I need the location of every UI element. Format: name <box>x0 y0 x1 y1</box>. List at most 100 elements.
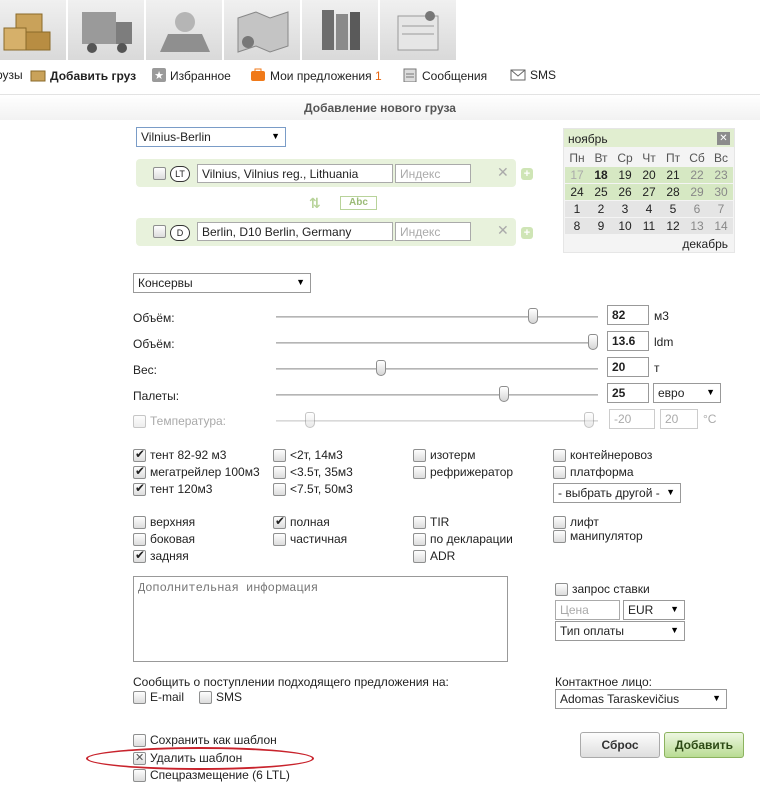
loading-checkbox[interactable] <box>553 530 566 543</box>
menu-item-favorites[interactable]: ★ Избранное <box>152 68 231 85</box>
calendar-day[interactable]: 13 <box>685 218 709 234</box>
from-address-input[interactable]: Vilnius, Vilnius reg., Lithuania <box>197 164 393 183</box>
calendar-day[interactable]: 25 <box>589 184 613 200</box>
add-button[interactable]: Добавить <box>664 732 744 758</box>
loading-checkbox[interactable] <box>133 516 146 529</box>
calendar-day[interactable]: 21 <box>661 167 685 183</box>
to-zip-input[interactable]: Индекс <box>395 222 471 241</box>
weight-slider-track[interactable] <box>276 368 598 370</box>
calendar-day[interactable]: 1 <box>565 201 589 217</box>
additional-info-textarea[interactable] <box>133 576 508 662</box>
loading-checkbox[interactable] <box>413 550 426 563</box>
tab-news[interactable] <box>380 0 457 60</box>
contact-person-select[interactable]: Adomas Taraskevičius ▼ <box>555 689 727 709</box>
tab-users[interactable] <box>146 0 223 60</box>
calendar-day[interactable]: 29 <box>685 184 709 200</box>
vehicle-checkbox[interactable] <box>133 464 146 479</box>
calendar-day[interactable]: 10 <box>613 218 637 234</box>
volume-ldm-slider-track[interactable] <box>276 342 598 344</box>
calendar-day[interactable]: 17 <box>565 167 589 183</box>
vehicle-checkbox[interactable] <box>273 466 286 479</box>
calendar-day[interactable]: 19 <box>613 167 637 183</box>
calendar-day[interactable]: 12 <box>661 218 685 234</box>
pallets-slider-handle[interactable] <box>498 386 509 402</box>
to-address-input[interactable]: Berlin, D10 Berlin, Germany <box>197 222 393 241</box>
menu-item-cargos[interactable]: рузы <box>0 68 23 82</box>
route-from-checkbox[interactable] <box>153 167 166 180</box>
vehicle-other-select[interactable]: - выбрать другой - ▼ <box>553 483 681 503</box>
calendar-day[interactable]: 30 <box>709 184 733 200</box>
weight-slider-handle[interactable] <box>376 360 387 376</box>
volume-m3-slider-track[interactable] <box>276 316 598 318</box>
calendar-day[interactable]: 26 <box>613 184 637 200</box>
calendar-day[interactable]: 14 <box>709 218 733 234</box>
currency-select[interactable]: EUR ▼ <box>623 600 685 620</box>
tab-cargo[interactable] <box>0 0 67 60</box>
save-template-checkbox[interactable] <box>133 734 146 747</box>
calendar-day[interactable]: 11 <box>637 218 661 234</box>
vehicle-checkbox[interactable] <box>553 466 566 479</box>
calendar-next-month[interactable]: декабрь <box>682 237 728 251</box>
rate-request-checkbox[interactable] <box>555 583 568 596</box>
weight-input[interactable]: 20 <box>607 357 649 377</box>
calendar-day[interactable]: 6 <box>685 201 709 217</box>
loading-checkbox[interactable] <box>133 548 146 563</box>
tab-documents[interactable] <box>302 0 379 60</box>
loading-checkbox[interactable] <box>413 533 426 546</box>
add-point-icon-2[interactable]: + <box>521 227 533 239</box>
calendar-day[interactable]: 8 <box>565 218 589 234</box>
temperature-slider-track[interactable] <box>276 420 598 422</box>
volume-m3-slider-handle[interactable] <box>527 308 538 324</box>
temperature-min-input[interactable]: -20 <box>609 409 655 429</box>
reset-button[interactable]: Сброс <box>580 732 660 758</box>
tab-transport[interactable] <box>68 0 145 60</box>
vehicle-checkbox[interactable] <box>133 447 146 462</box>
calendar-day[interactable]: 24 <box>565 184 589 200</box>
temperature-max-input[interactable]: 20 <box>660 409 698 429</box>
calendar-day[interactable]: 7 <box>709 201 733 217</box>
swap-icon[interactable]: ⇅ <box>309 195 321 212</box>
remove-to-icon[interactable]: ✕ <box>497 222 509 239</box>
loading-checkbox[interactable] <box>553 516 566 529</box>
vehicle-checkbox[interactable] <box>413 449 426 462</box>
close-icon[interactable]: ✕ <box>717 132 730 145</box>
notify-email-checkbox[interactable] <box>133 691 146 704</box>
notify-sms-checkbox[interactable] <box>199 691 212 704</box>
calendar-day[interactable]: 5 <box>661 201 685 217</box>
from-zip-input[interactable]: Индекс <box>395 164 471 183</box>
calendar-day[interactable]: 27 <box>637 184 661 200</box>
tab-map[interactable] <box>224 0 301 60</box>
menu-item-sms[interactable]: SMS <box>510 68 556 84</box>
payment-type-select[interactable]: Тип оплаты ▼ <box>555 621 685 641</box>
vehicle-checkbox[interactable] <box>273 483 286 496</box>
route-template-select[interactable]: Vilnius-Berlin ▼ <box>136 127 286 147</box>
loading-checkbox[interactable] <box>273 533 286 546</box>
calendar-day[interactable]: 18 <box>589 167 613 183</box>
loading-checkbox[interactable] <box>273 514 286 529</box>
pallet-type-select[interactable]: евро ▼ <box>653 383 721 403</box>
menu-item-add-cargo[interactable]: Добавить груз <box>30 68 136 85</box>
calendar-day[interactable]: 22 <box>685 167 709 183</box>
volume-ldm-slider-handle[interactable] <box>588 334 598 350</box>
calendar-day[interactable]: 28 <box>661 184 685 200</box>
pallets-slider-track[interactable] <box>276 394 598 396</box>
calendar-day[interactable]: 20 <box>637 167 661 183</box>
calendar-day[interactable]: 4 <box>637 201 661 217</box>
vehicle-checkbox[interactable] <box>553 449 566 462</box>
volume-ldm-input[interactable]: 13.6 <box>607 331 649 351</box>
price-input[interactable]: Цена <box>555 600 620 620</box>
calendar-day[interactable]: 9 <box>589 218 613 234</box>
abc-toggle[interactable]: Abc <box>340 196 377 210</box>
loading-checkbox[interactable] <box>413 516 426 529</box>
vehicle-checkbox[interactable] <box>273 449 286 462</box>
cargo-type-select[interactable]: Консервы ▼ <box>133 273 311 293</box>
temperature-max-handle[interactable] <box>584 412 594 428</box>
remove-from-icon[interactable]: ✕ <box>497 164 509 181</box>
loading-checkbox[interactable] <box>133 533 146 546</box>
vehicle-checkbox[interactable] <box>413 466 426 479</box>
calendar-day[interactable]: 23 <box>709 167 733 183</box>
volume-m3-input[interactable]: 82 <box>607 305 649 325</box>
calendar-day[interactable]: 3 <box>613 201 637 217</box>
pallets-input[interactable]: 25 <box>607 383 649 403</box>
route-to-checkbox[interactable] <box>153 225 166 238</box>
